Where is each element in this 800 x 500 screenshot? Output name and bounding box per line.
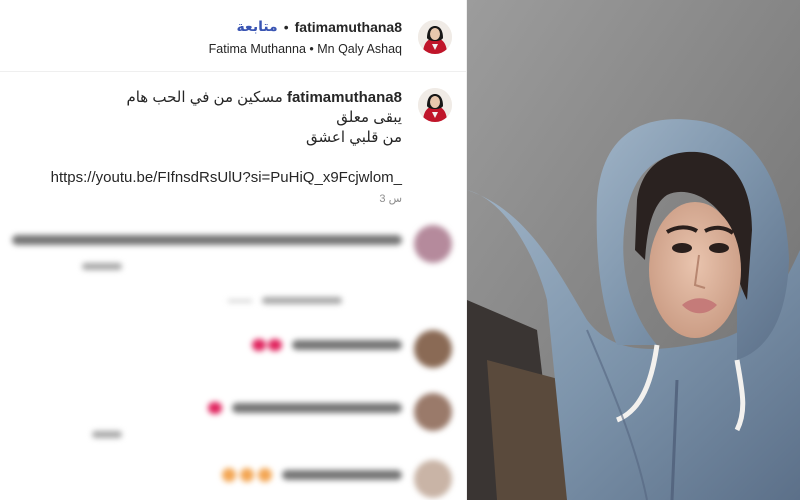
profile-avatar-icon[interactable] xyxy=(418,20,452,54)
comment-meta xyxy=(92,431,122,438)
comment-item[interactable] xyxy=(20,330,452,380)
caption-line-1: fatimamuthana8 مسكين من في الحب هام xyxy=(42,88,402,108)
caption-avatar-icon[interactable] xyxy=(418,88,452,122)
comments-list xyxy=(0,215,466,500)
comment-item[interactable] xyxy=(12,225,452,275)
comment-item[interactable] xyxy=(20,460,452,500)
heart-icon xyxy=(268,339,282,351)
post-subtitle[interactable]: Fatima Muthanna • Mn Qaly Ashaq xyxy=(209,42,402,56)
caption-text-3: من قلبي اعشق xyxy=(306,129,402,146)
post-header: متابعة • fatimamuthana8 Fatima Muthanna … xyxy=(0,0,466,72)
replies-toggle[interactable] xyxy=(20,293,452,313)
emoji-icon xyxy=(258,468,272,482)
post-caption: fatimamuthana8 مسكين من في الحب هام يبقى… xyxy=(42,88,402,188)
post-username[interactable]: fatimamuthana8 xyxy=(295,19,402,35)
thread-line xyxy=(228,300,252,302)
comment-text xyxy=(232,403,402,413)
portrait-photo xyxy=(467,0,800,500)
caption-username[interactable]: fatimamuthana8 xyxy=(287,89,402,106)
comment-meta xyxy=(82,263,122,270)
separator-dot: • xyxy=(283,18,289,35)
comment-text xyxy=(292,340,402,350)
heart-icon xyxy=(208,402,222,414)
follow-button[interactable]: متابعة xyxy=(236,18,277,35)
caption-text-2: يبقى معلق xyxy=(336,109,402,126)
comment-text xyxy=(12,235,402,245)
post-media-image[interactable] xyxy=(467,0,800,500)
instagram-post-view: متابعة • fatimamuthana8 Fatima Muthanna … xyxy=(0,0,800,500)
emoji-icon xyxy=(222,468,236,482)
comment-avatar-icon[interactable] xyxy=(414,460,452,498)
caption-text-1: مسكين من في الحب هام xyxy=(126,89,287,106)
heart-icon xyxy=(252,339,266,351)
comment-avatar-icon[interactable] xyxy=(414,330,452,368)
comment-item[interactable] xyxy=(20,393,452,443)
comment-text xyxy=(282,470,402,480)
replies-text xyxy=(262,297,342,304)
comment-avatar-icon[interactable] xyxy=(414,225,452,263)
caption-link[interactable]: https://youtu.be/FIfnsdRsUlU?si=PuHiQ_x9… xyxy=(42,168,402,188)
comment-avatar-icon[interactable] xyxy=(414,393,452,431)
header-title-line: متابعة • fatimamuthana8 xyxy=(236,18,402,35)
post-time[interactable]: 3 س xyxy=(379,192,402,205)
emoji-icon xyxy=(240,468,254,482)
post-details-panel: متابعة • fatimamuthana8 Fatima Muthanna … xyxy=(0,0,467,500)
